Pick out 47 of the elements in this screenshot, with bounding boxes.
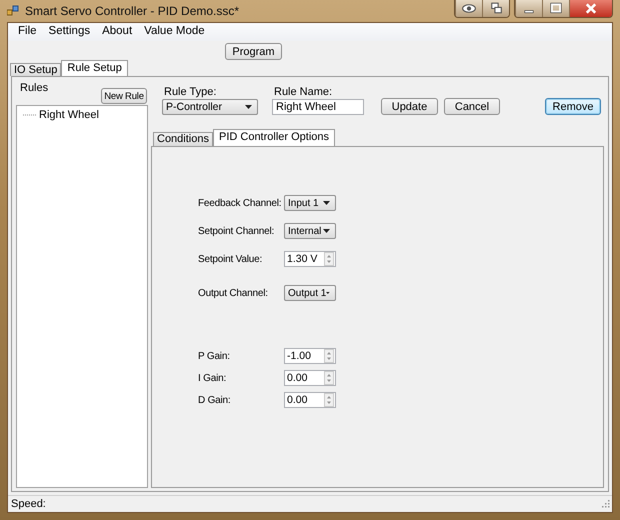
dropdown[interactable]: Output 1 (284, 285, 336, 301)
status-label: Speed: (11, 498, 46, 510)
dropdown-arrow-icon (245, 105, 252, 109)
tab[interactable]: Rule Setup (61, 60, 128, 76)
rules-label: Rules (20, 82, 48, 94)
app-icon (7, 5, 19, 17)
dropdown[interactable]: Input 1 (284, 195, 336, 211)
program-button[interactable]: Program (225, 43, 282, 60)
rule-name-field[interactable]: Right Wheel (272, 99, 364, 115)
new-rule-button[interactable]: New Rule (101, 88, 147, 104)
field-label: Feedback Channel: (198, 198, 282, 208)
rule-type-dropdown[interactable]: P-Controller (162, 99, 258, 115)
menu-item[interactable]: Settings (42, 25, 96, 39)
tree-line-icon (23, 114, 37, 116)
tab[interactable]: Conditions (153, 132, 213, 146)
spin-field[interactable]: 0.00 (284, 370, 336, 386)
window-title: Smart Servo Controller - PID Demo.ssc* (25, 4, 240, 18)
spin-field[interactable]: 0.00 (284, 392, 336, 408)
action-button[interactable]: Cancel (444, 98, 500, 115)
maximize-icon[interactable] (542, 0, 569, 17)
windows-icon[interactable] (482, 0, 509, 17)
eye-icon[interactable] (455, 0, 482, 17)
resize-grip-icon (602, 500, 610, 508)
menu-item[interactable]: About (96, 25, 138, 39)
field-label: Setpoint Channel: (198, 226, 276, 236)
dropdown-arrow-icon (323, 201, 330, 205)
spin-field[interactable]: 1.30 V (284, 251, 336, 267)
minimize-icon[interactable] (515, 0, 542, 17)
field-label: Output Channel: (198, 288, 269, 298)
rule-name-label: Rule Name: (273, 86, 334, 98)
dropdown[interactable]: Internal (284, 223, 336, 239)
tree-item[interactable]: Right Wheel (39, 109, 99, 121)
field-label: D Gain: (198, 394, 232, 406)
spin-field[interactable]: -1.00 (284, 348, 336, 364)
close-icon[interactable] (569, 0, 612, 17)
tab[interactable]: PID Controller Options (212, 129, 336, 146)
tab[interactable]: IO Setup (10, 63, 62, 76)
rule-type-label: Rule Type: (163, 86, 218, 98)
action-button[interactable]: Remove (545, 98, 601, 115)
menu-item[interactable]: File (12, 25, 43, 39)
field-label: Setpoint Value: (198, 254, 264, 264)
menu-item[interactable]: Value Mode (138, 25, 211, 39)
field-label: I Gain: (198, 372, 228, 384)
dropdown-arrow-icon (326, 291, 330, 295)
dropdown-arrow-icon (323, 229, 330, 233)
field-label: P Gain: (198, 350, 231, 362)
action-button[interactable]: Update (381, 98, 438, 115)
